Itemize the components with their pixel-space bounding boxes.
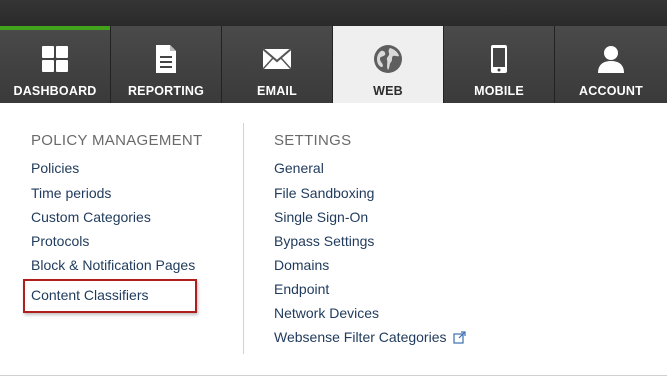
menu-link-custom-categories[interactable]: Custom Categories: [31, 209, 151, 225]
globe-icon: [372, 43, 404, 75]
dashboard-grid-icon: [39, 43, 71, 75]
tab-mobile[interactable]: MOBILE: [444, 26, 555, 103]
tab-label: WEB: [373, 84, 403, 98]
document-icon: [150, 43, 182, 75]
top-bar: [0, 0, 667, 26]
policy-management-heading: POLICY MANAGEMENT: [31, 132, 203, 149]
tab-label: EMAIL: [257, 84, 297, 98]
menu-link-single-sign-on[interactable]: Single Sign-On: [274, 209, 368, 225]
web-dropdown-menu: POLICY MANAGEMENT Policies Time periods …: [0, 103, 667, 376]
tab-label: ACCOUNT: [579, 84, 643, 98]
menu-link-block-notification-pages[interactable]: Block & Notification Pages: [31, 257, 195, 273]
tab-label: DASHBOARD: [13, 84, 97, 98]
tab-dashboard[interactable]: DASHBOARD: [0, 26, 111, 103]
menu-link-domains[interactable]: Domains: [274, 257, 329, 273]
menu-link-endpoint[interactable]: Endpoint: [274, 281, 329, 297]
menu-link-file-sandboxing[interactable]: File Sandboxing: [274, 185, 374, 201]
menu-link-protocols[interactable]: Protocols: [31, 233, 89, 249]
tab-web[interactable]: WEB: [333, 26, 444, 103]
menu-link-network-devices[interactable]: Network Devices: [274, 305, 379, 321]
user-icon: [595, 43, 627, 75]
tab-account[interactable]: ACCOUNT: [555, 26, 667, 103]
column-divider: [243, 123, 244, 354]
menu-link-time-periods[interactable]: Time periods: [31, 185, 111, 201]
menu-link-policies[interactable]: Policies: [31, 160, 79, 176]
tab-reporting[interactable]: REPORTING: [111, 26, 222, 103]
main-nav: DASHBOARD REPORTING EMAIL WEB MOBILE ACC…: [0, 26, 667, 103]
settings-heading: SETTINGS: [274, 132, 352, 149]
external-link-icon: [453, 331, 467, 347]
menu-link-label: Websense Filter Categories: [274, 329, 447, 345]
content-classifiers-highlight: [23, 279, 197, 313]
menu-link-general[interactable]: General: [274, 160, 324, 176]
mobile-phone-icon: [483, 43, 515, 75]
envelope-icon: [261, 43, 293, 75]
tab-email[interactable]: EMAIL: [222, 26, 333, 103]
tab-label: MOBILE: [474, 84, 524, 98]
menu-link-websense-filter-categories[interactable]: Websense Filter Categories: [274, 329, 467, 347]
tab-label: REPORTING: [127, 84, 205, 98]
menu-link-bypass-settings[interactable]: Bypass Settings: [274, 233, 374, 249]
